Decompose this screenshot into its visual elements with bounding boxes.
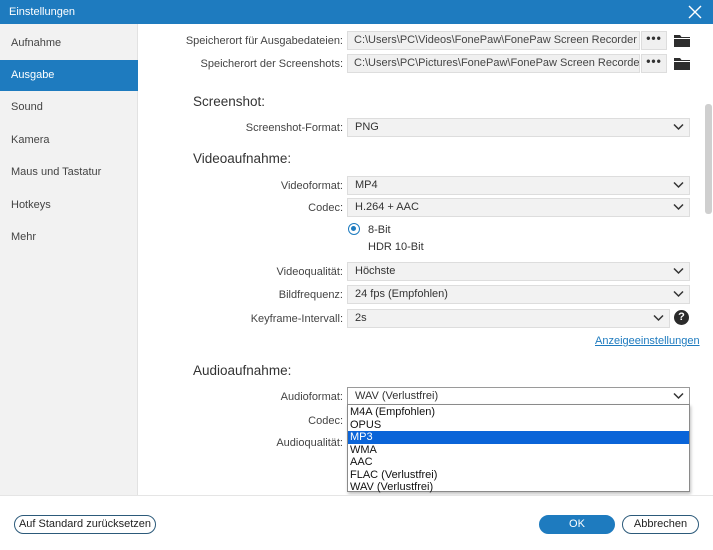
dropdown-option-aac[interactable]: AAC (348, 456, 689, 469)
audio-heading: Audioaufnahme: (193, 363, 292, 378)
video-format-label: Videoformat: (280, 180, 343, 192)
dropdown-option-mp3[interactable]: MP3 (348, 431, 689, 444)
window-title: Einstellungen (9, 6, 76, 18)
video-quality-label: Videoqualität: (276, 266, 343, 278)
video-codec-label: Codec: (308, 202, 343, 214)
screenshot-path-field[interactable]: C:\Users\PC\Pictures\FonePaw\FonePaw Scr… (347, 54, 640, 73)
screenshot-format-select[interactable]: PNG (347, 118, 690, 137)
scrollbar-thumb[interactable] (705, 104, 712, 214)
cancel-button[interactable]: Abbrechen (622, 515, 699, 534)
keyframe-label: Keyframe-Intervall: (250, 313, 343, 325)
ok-button[interactable]: OK (539, 515, 615, 534)
bit-8-label: 8-Bit (368, 224, 391, 236)
audio-quality-label: Audioqualität: (276, 437, 343, 449)
video-format-select[interactable]: MP4 (347, 176, 690, 195)
framerate-select[interactable]: 24 fps (Empfohlen) (347, 285, 690, 304)
sidebar-item-mehr[interactable]: Mehr (0, 222, 138, 253)
display-settings-link[interactable]: Anzeigeeinstellungen (595, 335, 700, 347)
screenshot-folder-icon[interactable] (674, 57, 690, 70)
dropdown-option-flac[interactable]: FLAC (Verlustfrei) (348, 469, 689, 482)
sidebar: Aufnahme Ausgabe Sound Kamera Maus und T… (0, 24, 138, 495)
video-format-value: MP4 (355, 179, 378, 191)
audio-format-label: Audioformat: (280, 391, 343, 403)
audio-codec-label: Codec: (308, 415, 343, 427)
sidebar-item-maus-und-tastatur[interactable]: Maus und Tastatur (0, 157, 138, 188)
sidebar-item-kamera[interactable]: Kamera (0, 125, 138, 156)
reset-defaults-button[interactable]: Auf Standard zurücksetzen (14, 515, 156, 534)
chevron-down-icon (673, 181, 684, 189)
chevron-down-icon (673, 203, 684, 211)
video-quality-value: Höchste (355, 265, 396, 277)
video-path-field[interactable]: C:\Users\PC\Videos\FonePaw\FonePaw Scree… (347, 31, 640, 50)
chevron-down-icon (673, 392, 684, 400)
sidebar-item-aufnahme[interactable]: Aufnahme (0, 28, 138, 59)
screenshot-format-label: Screenshot-Format: (245, 122, 343, 134)
help-icon[interactable]: ? (674, 310, 689, 325)
video-path-browse-button[interactable]: ••• (641, 31, 667, 50)
keyframe-select[interactable]: 2s (347, 309, 670, 328)
dropdown-option-opus[interactable]: OPUS (348, 419, 689, 432)
screenshot-heading: Screenshot: (193, 94, 266, 109)
video-quality-select[interactable]: Höchste (347, 262, 690, 281)
sidebar-item-ausgabe[interactable]: Ausgabe (0, 60, 138, 91)
screenshot-format-value: PNG (355, 121, 379, 133)
bit-8-radio[interactable] (348, 223, 360, 235)
dropdown-option-m4a[interactable]: M4A (Empfohlen) (348, 406, 689, 419)
keyframe-value: 2s (355, 312, 367, 324)
dropdown-option-wav[interactable]: WAV (Verlustfrei) (348, 481, 689, 494)
video-folder-icon[interactable] (674, 34, 690, 47)
framerate-label: Bildfrequenz: (278, 289, 343, 301)
audio-format-value: WAV (Verlustfrei) (355, 390, 439, 402)
title-bar: Einstellungen (0, 0, 713, 24)
hdr-10-bit-label[interactable]: HDR 10-Bit (368, 241, 424, 253)
audio-format-dropdown: M4A (Empfohlen) OPUS MP3 WMA AAC FLAC (V… (347, 404, 690, 494)
framerate-value: 24 fps (Empfohlen) (355, 288, 448, 300)
video-path-label: Speicherort für Ausgabedateien: (185, 35, 343, 47)
chevron-down-icon (673, 267, 684, 275)
sidebar-item-hotkeys[interactable]: Hotkeys (0, 190, 138, 221)
sidebar-item-sound[interactable]: Sound (0, 92, 138, 123)
screenshot-path-browse-button[interactable]: ••• (641, 54, 667, 73)
video-heading: Videoaufnahme: (193, 151, 292, 166)
video-codec-select[interactable]: H.264 + AAC (347, 198, 690, 217)
chevron-down-icon (653, 314, 664, 322)
chevron-down-icon (673, 123, 684, 131)
dropdown-option-wma[interactable]: WMA (348, 444, 689, 457)
chevron-down-icon (673, 290, 684, 298)
screenshot-path-label: Speicherort der Screenshots: (200, 58, 343, 70)
video-codec-value: H.264 + AAC (355, 201, 419, 213)
close-icon[interactable] (687, 4, 703, 20)
